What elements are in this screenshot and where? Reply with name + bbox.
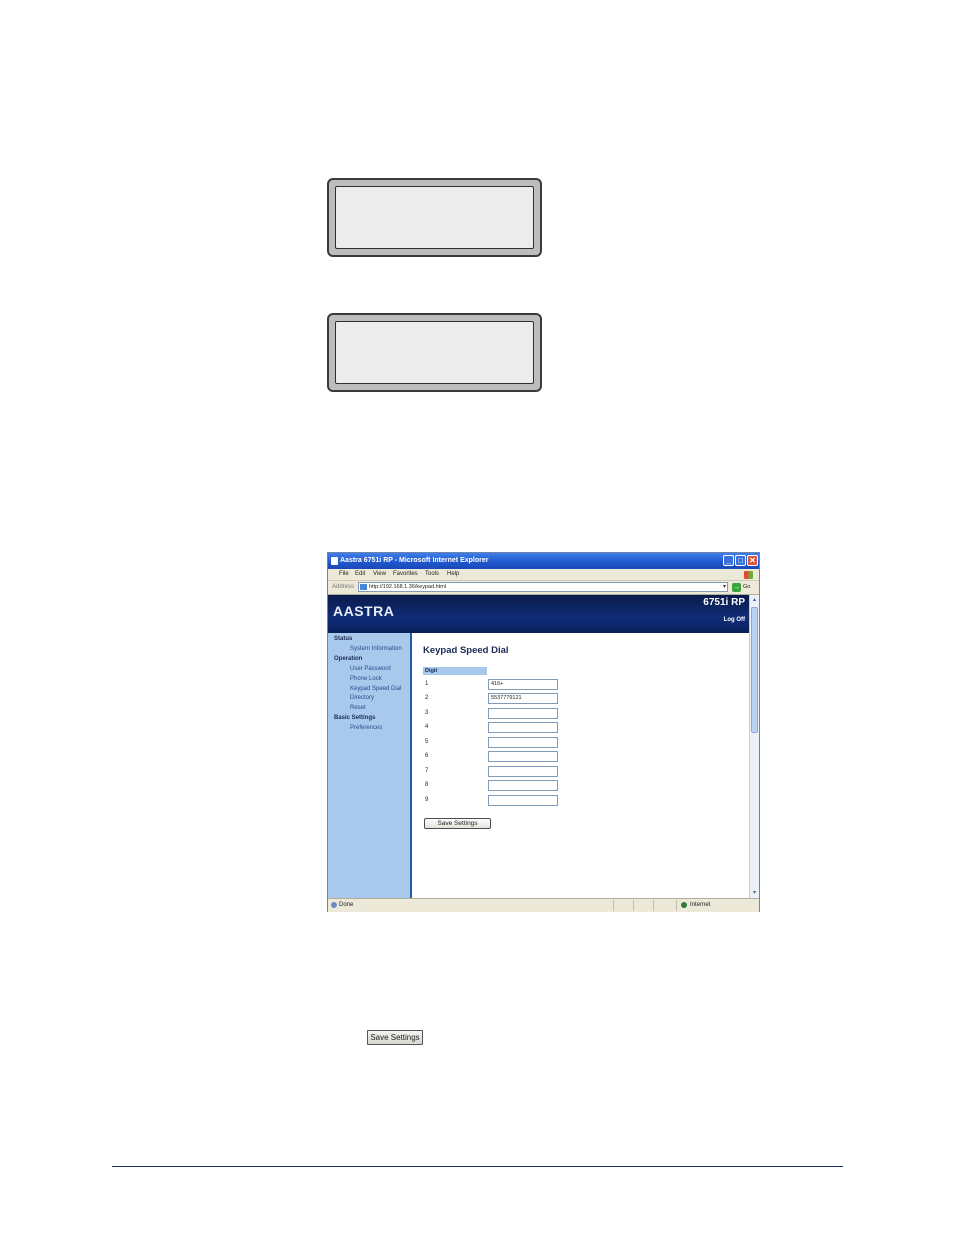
browser-window: Aastra 6751i RP - Microsoft Internet Exp…: [327, 552, 760, 912]
internet-zone-icon: [681, 902, 687, 908]
close-button[interactable]: ✕: [747, 555, 758, 566]
menu-edit[interactable]: Edit: [355, 571, 365, 577]
digit-label: 5: [425, 739, 429, 745]
sidebar-item-preferences[interactable]: Preferences: [350, 725, 382, 731]
menu-help[interactable]: Help: [447, 571, 459, 577]
vertical-scrollbar[interactable]: ▴ ▾: [749, 595, 759, 898]
main-panel: Keypad Speed Dial Digit 1 416+ 2 5537779…: [412, 633, 749, 898]
scroll-thumb[interactable]: [751, 607, 758, 733]
go-button-label[interactable]: Go: [743, 584, 750, 590]
model-name: 6751i RP: [703, 597, 745, 608]
menu-view[interactable]: View: [373, 571, 386, 577]
sidebar-item-user-password[interactable]: User Password: [350, 666, 391, 672]
phone-lcd-display: [327, 178, 542, 257]
page-title: Keypad Speed Dial: [423, 645, 509, 656]
scroll-down-icon[interactable]: ▾: [751, 889, 758, 897]
digit-label: 3: [425, 710, 429, 716]
sidebar-item-keypad-speed-dial[interactable]: Keypad Speed Dial: [350, 686, 401, 692]
go-arrow-icon[interactable]: →: [732, 583, 741, 592]
page-icon: [360, 584, 367, 590]
digit-label: 4: [425, 724, 429, 730]
speed-dial-input[interactable]: [488, 708, 558, 719]
ie-icon: [331, 557, 338, 565]
footer-divider: [112, 1166, 843, 1167]
menu-file[interactable]: File: [339, 571, 349, 577]
sidebar-item-reset[interactable]: Reset: [350, 705, 366, 711]
digit-label: 2: [425, 695, 429, 701]
speed-dial-input[interactable]: [488, 751, 558, 762]
speed-dial-input[interactable]: 416+: [488, 679, 558, 690]
sidebar-section-basic-settings[interactable]: Basic Settings: [334, 715, 375, 721]
menu-bar: File Edit View Favorites Tools Help: [328, 569, 759, 581]
maximize-button[interactable]: □: [735, 555, 746, 566]
chevron-down-icon[interactable]: ▾: [723, 583, 726, 590]
save-settings-button-image: Save Settings: [367, 1030, 423, 1045]
aastra-logo: AASTRA: [333, 603, 395, 619]
status-divider: [633, 900, 634, 911]
zone-text: Internet: [690, 902, 711, 908]
status-bar: Done Internet: [328, 898, 759, 912]
lcd-screen: [335, 321, 534, 384]
title-bar: Aastra 6751i RP - Microsoft Internet Exp…: [328, 553, 759, 569]
phone-lcd-display: [327, 313, 542, 392]
address-url: http://192.168.1.36/keypad.html: [369, 584, 447, 590]
address-input[interactable]: http://192.168.1.36/keypad.html ▾: [358, 582, 728, 592]
log-off-link[interactable]: Log Off: [724, 617, 745, 623]
sidebar-section-operation[interactable]: Operation: [334, 656, 362, 662]
sidebar-nav: Status System Information Operation User…: [328, 633, 412, 898]
speed-dial-input[interactable]: [488, 766, 558, 777]
digit-label: 8: [425, 782, 429, 788]
digit-label: 1: [425, 681, 429, 687]
sidebar-item-directory[interactable]: Directory: [350, 695, 374, 701]
digit-column-header: Digit: [423, 667, 487, 675]
address-label: Address: [332, 584, 355, 590]
sidebar-item-phone-lock[interactable]: Phone Lock: [350, 676, 382, 682]
digit-label: 9: [425, 797, 429, 803]
status-divider: [613, 900, 614, 911]
windows-flag-icon: [744, 571, 753, 579]
status-divider: [676, 900, 677, 911]
digit-label: 7: [425, 768, 429, 774]
speed-dial-input[interactable]: 5537779121: [488, 693, 558, 704]
header-banner: AASTRA 6751i RP Log Off: [328, 595, 749, 633]
sidebar-item-system-information[interactable]: System Information: [350, 646, 402, 652]
minimize-button[interactable]: _: [723, 555, 734, 566]
save-settings-button[interactable]: Save Settings: [424, 818, 491, 829]
lcd-screen: [335, 186, 534, 249]
speed-dial-input[interactable]: [488, 795, 558, 806]
status-text: Done: [339, 902, 354, 908]
menu-tools[interactable]: Tools: [425, 571, 439, 577]
address-bar: Address http://192.168.1.36/keypad.html …: [328, 581, 759, 595]
speed-dial-input[interactable]: [488, 722, 558, 733]
status-divider: [653, 900, 654, 911]
web-page: AASTRA 6751i RP Log Off Status System In…: [328, 595, 749, 898]
page-done-icon: [331, 902, 337, 908]
menu-favorites[interactable]: Favorites: [393, 571, 418, 577]
digit-label: 6: [425, 753, 429, 759]
speed-dial-input[interactable]: [488, 737, 558, 748]
scroll-up-icon[interactable]: ▴: [751, 596, 758, 604]
speed-dial-input[interactable]: [488, 780, 558, 791]
window-title: Aastra 6751i RP - Microsoft Internet Exp…: [340, 557, 489, 564]
sidebar-section-status[interactable]: Status: [334, 636, 352, 642]
